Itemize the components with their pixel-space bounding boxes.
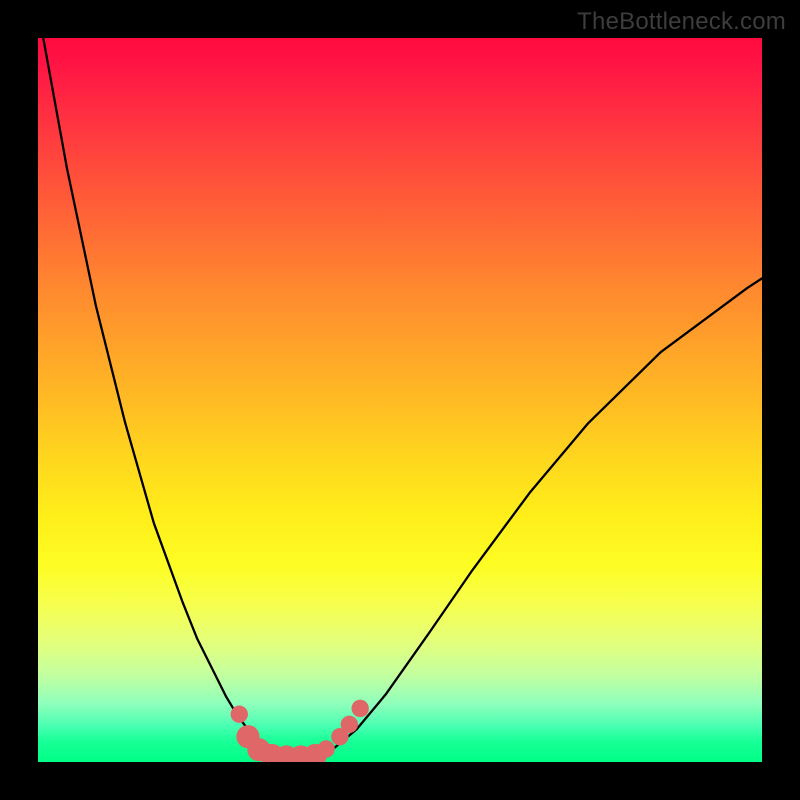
watermark-label: TheBottleneck.com <box>577 8 786 36</box>
plot-area <box>38 38 762 762</box>
chart-frame: TheBottleneck.com <box>0 0 800 800</box>
background-gradient <box>38 38 762 762</box>
